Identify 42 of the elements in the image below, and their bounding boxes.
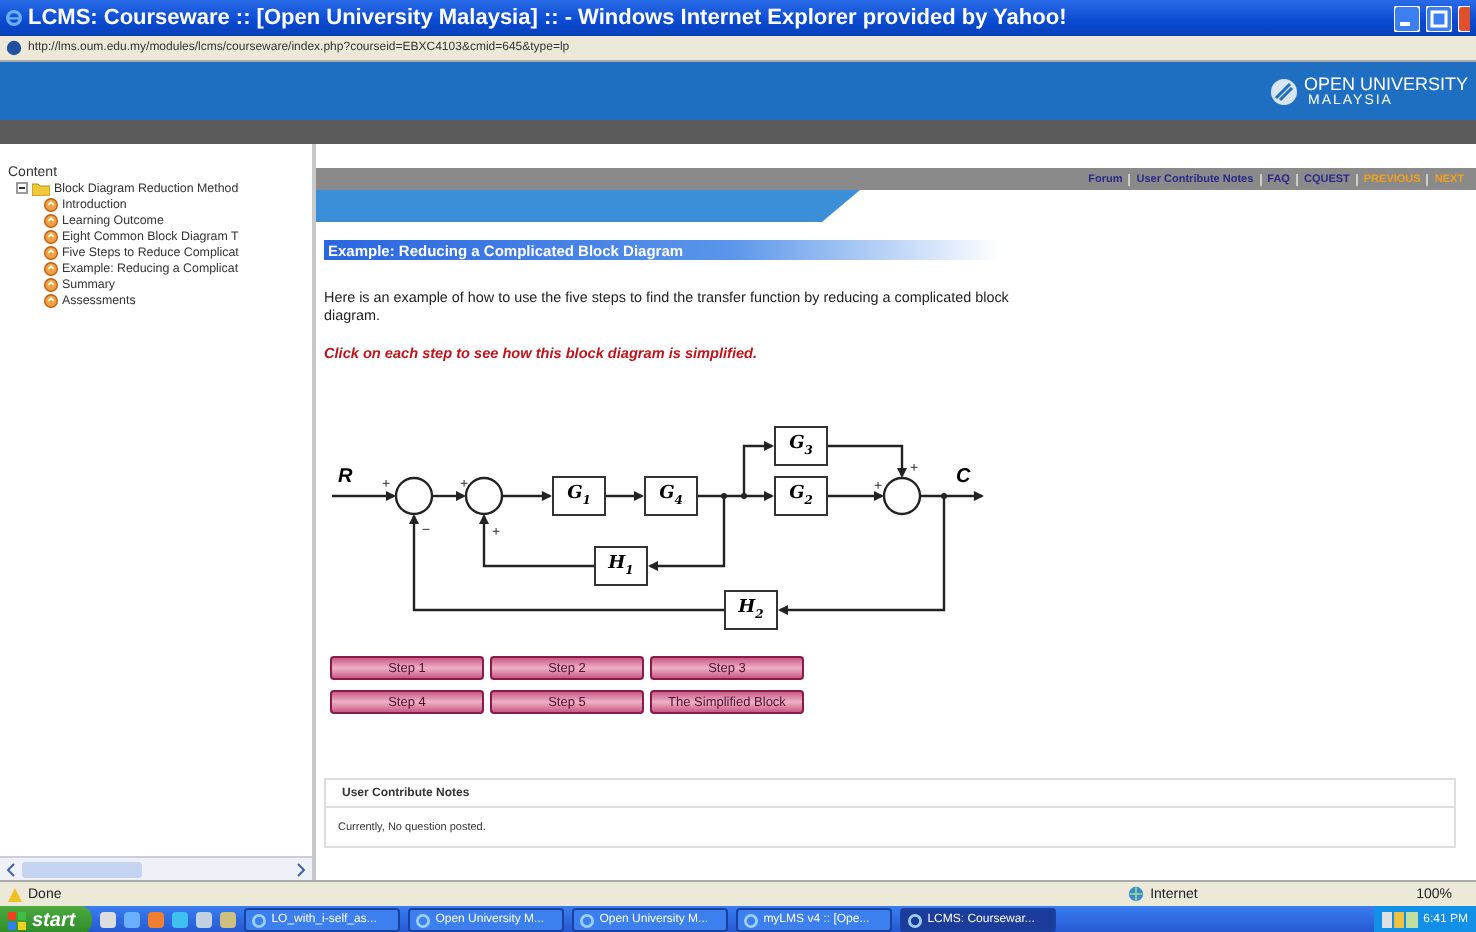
signal-arrow xyxy=(432,491,466,501)
windows-logo-icon xyxy=(8,911,26,929)
scrollbar-thumb[interactable] xyxy=(22,861,142,877)
branch-point xyxy=(941,493,947,499)
summing-junction xyxy=(882,476,922,516)
ie-icon xyxy=(415,913,430,927)
input-label: R xyxy=(338,468,353,488)
signal-arrow xyxy=(604,491,644,501)
transfer-block: G$_{2}$ xyxy=(774,476,828,516)
transfer-block: G$_{3}$ xyxy=(774,426,828,466)
warning-icon xyxy=(8,887,22,901)
collapse-icon[interactable] xyxy=(16,182,28,194)
page-icon xyxy=(6,40,22,56)
scroll-left-icon[interactable] xyxy=(4,861,18,877)
minimize-icon[interactable] xyxy=(1394,5,1420,31)
signal-arrow xyxy=(502,491,552,501)
transfer-block: H$_{1}$ xyxy=(594,546,648,586)
ie-icon xyxy=(251,913,266,927)
globe-icon xyxy=(1128,886,1145,902)
window-title: LCMS: Courseware :: [Open University Malaysia] :: - Windows Internet Explorer provided by Yahoo! xyxy=(28,6,1069,30)
ie-icon xyxy=(907,913,922,927)
close-icon[interactable] xyxy=(1458,5,1470,31)
transfer-block: H$_{2}$ xyxy=(724,590,778,630)
branch-point xyxy=(741,493,747,499)
summing-junction xyxy=(464,476,504,516)
branch-point xyxy=(721,493,727,499)
output-label: C xyxy=(956,468,971,488)
logo-text: OPEN UNIVERSITY xyxy=(1303,75,1468,93)
maximize-icon[interactable] xyxy=(1426,5,1452,31)
logo-icon xyxy=(1269,77,1298,105)
signal-arrow xyxy=(828,444,907,478)
ie-icon xyxy=(6,10,22,26)
transfer-block: G$_{4}$ xyxy=(644,476,698,516)
signal-arrow xyxy=(332,491,396,501)
ie-icon xyxy=(743,913,758,927)
transfer-block: G$_{1}$ xyxy=(552,476,606,516)
ie-icon xyxy=(579,913,594,927)
start-button[interactable]: start xyxy=(0,906,92,932)
tray-icon xyxy=(1381,912,1418,928)
scroll-right-icon[interactable] xyxy=(294,861,308,877)
folder-icon xyxy=(32,181,50,195)
summing-junction xyxy=(394,476,434,516)
